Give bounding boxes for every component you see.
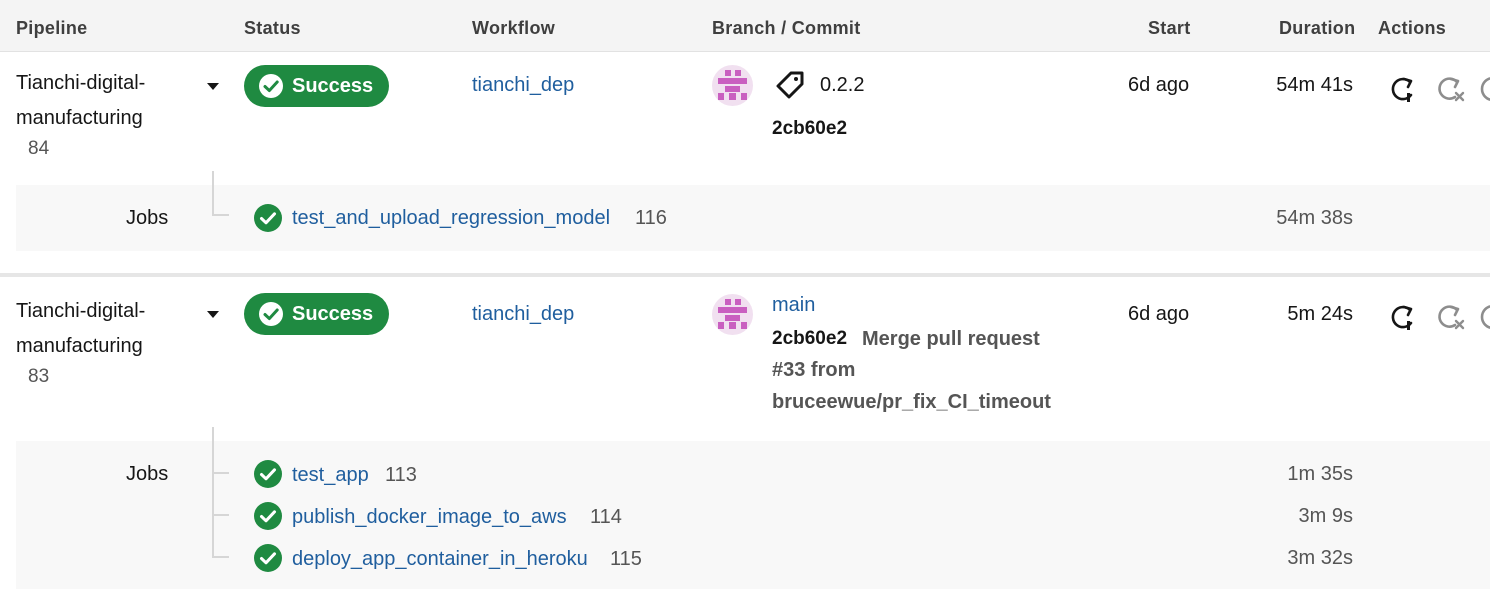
check-circle-icon <box>259 74 283 98</box>
job-number: 115 <box>610 548 642 570</box>
pipeline-duration: 54m 41s <box>1276 74 1353 96</box>
caret-down-icon[interactable] <box>207 83 219 90</box>
commit-sha[interactable]: 2cb60e2 <box>772 118 847 140</box>
start-time: 6d ago <box>1128 74 1190 96</box>
header-actions: Actions <box>1378 18 1447 38</box>
commit-sha[interactable]: 2cb60e2 <box>772 328 847 350</box>
job-link[interactable]: test_app <box>292 464 369 487</box>
avatar <box>712 294 753 335</box>
job-link[interactable]: deploy_app_container_in_heroku <box>292 548 588 571</box>
status-label: Success <box>292 74 374 97</box>
commit-message-line2: #33 from <box>772 359 856 381</box>
pipeline-name-line2[interactable]: manufacturing <box>16 329 143 364</box>
workflow-link[interactable]: tianchi_dep <box>472 74 574 97</box>
pipeline-name-line1[interactable]: Tianchi-digital- <box>16 66 145 101</box>
job-duration: 3m 32s <box>1287 547 1353 569</box>
tree-connector <box>212 427 214 558</box>
branch-link[interactable]: main <box>772 294 815 317</box>
rerun-icon[interactable] <box>1388 74 1418 104</box>
check-circle-icon <box>254 502 282 530</box>
job-duration: 1m 35s <box>1287 463 1353 485</box>
tree-connector <box>212 214 229 216</box>
pipeline-number: 84 <box>28 138 50 159</box>
check-circle-icon <box>259 302 283 326</box>
table-header: Pipeline Status Workflow Branch / Commit… <box>0 0 1490 52</box>
status-badge[interactable]: Success <box>244 293 389 335</box>
header-status: Status <box>244 18 301 38</box>
jobs-label: Jobs <box>126 207 169 229</box>
status-badge[interactable]: Success <box>244 65 389 107</box>
header-workflow: Workflow <box>472 18 556 38</box>
check-circle-icon <box>254 460 282 488</box>
job-number: 116 <box>635 207 667 229</box>
header-start: Start <box>1148 18 1191 38</box>
pipeline-duration: 5m 24s <box>1287 303 1353 325</box>
avatar <box>712 65 753 106</box>
commit-message-line1: Merge pull request <box>862 328 1040 350</box>
job-link[interactable]: publish_docker_image_to_aws <box>292 506 567 529</box>
header-branch-commit: Branch / Commit <box>712 18 861 38</box>
cancel-icon[interactable] <box>1478 74 1490 104</box>
pipeline-name-line2[interactable]: manufacturing <box>16 101 143 136</box>
start-time: 6d ago <box>1128 303 1190 325</box>
tree-connector <box>212 472 229 474</box>
tree-connector <box>212 514 229 516</box>
header-duration: Duration <box>1279 18 1356 38</box>
tag-label[interactable]: 0.2.2 <box>820 74 864 97</box>
jobs-label: Jobs <box>126 463 169 485</box>
commit-message-line3: bruceewue/pr_fix_CI_timeout <box>772 391 1051 413</box>
job-link[interactable]: test_and_upload_regression_model <box>292 207 610 230</box>
cancel-icon[interactable] <box>1478 302 1490 332</box>
pipeline-number: 83 <box>28 366 50 387</box>
header-pipeline: Pipeline <box>16 18 88 38</box>
rerun-failed-icon[interactable] <box>1435 302 1465 332</box>
check-circle-icon <box>254 544 282 572</box>
pipeline-name-line1[interactable]: Tianchi-digital- <box>16 294 145 329</box>
rerun-icon[interactable] <box>1388 302 1418 332</box>
job-duration: 54m 38s <box>1276 207 1353 229</box>
tree-connector <box>212 556 229 558</box>
workflow-link[interactable]: tianchi_dep <box>472 303 574 326</box>
rerun-failed-icon[interactable] <box>1435 74 1465 104</box>
job-number: 114 <box>590 506 622 528</box>
tree-connector <box>212 171 214 216</box>
status-label: Success <box>292 302 374 325</box>
job-number: 113 <box>385 464 417 486</box>
caret-down-icon[interactable] <box>207 311 219 318</box>
check-circle-icon <box>254 204 282 232</box>
job-duration: 3m 9s <box>1298 505 1353 527</box>
row-divider <box>0 273 1490 277</box>
tag-icon <box>776 71 804 99</box>
